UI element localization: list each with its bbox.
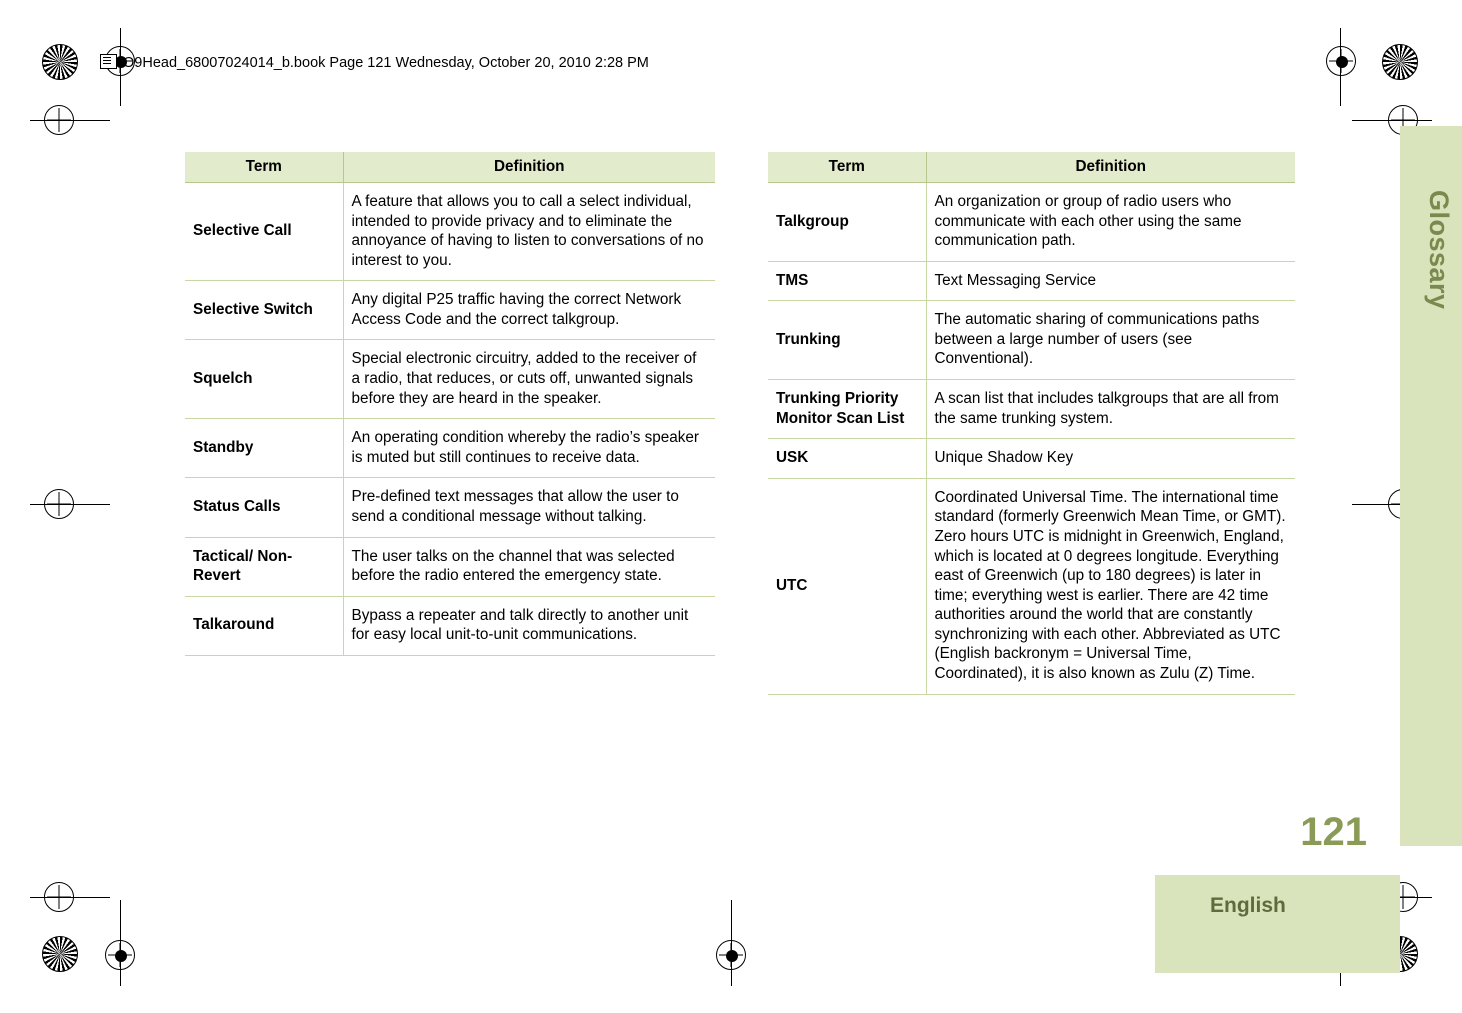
- table-row: Selective Switch Any digital P25 traffic…: [185, 280, 715, 341]
- table-row: USK Unique Shadow Key: [768, 438, 1295, 479]
- term-cell: Status Calls: [185, 477, 344, 538]
- definition-cell: Unique Shadow Key: [926, 438, 1295, 479]
- term-cell: Selective Call: [185, 182, 344, 282]
- definition-cell: Special electronic circuitry, added to t…: [343, 339, 715, 420]
- term-cell: Tactical/ Non-Revert: [185, 537, 344, 597]
- definition-cell: Pre-defined text messages that allow the…: [343, 477, 715, 538]
- term-cell: UTC: [768, 478, 927, 695]
- definition-cell: The automatic sharing of communications …: [926, 300, 1295, 381]
- table-row: Standby An operating condition whereby t…: [185, 418, 715, 479]
- table-row: Trunking The automatic sharing of commun…: [768, 300, 1295, 381]
- page-body: Term Definition Selective Call A feature…: [0, 0, 1462, 1013]
- definition-cell: A scan list that includes talkgroups tha…: [926, 379, 1295, 440]
- column-header-definition: Definition: [926, 152, 1295, 183]
- term-cell: Talkgroup: [768, 182, 927, 262]
- table-row: Talkaround Bypass a repeater and talk di…: [185, 596, 715, 656]
- definition-cell: Text Messaging Service: [926, 261, 1295, 302]
- table-row: TMS Text Messaging Service: [768, 261, 1295, 302]
- page-number: 121: [1300, 810, 1367, 854]
- definition-cell: Any digital P25 traffic having the corre…: [343, 280, 715, 341]
- table-row: Selective Call A feature that allows you…: [185, 182, 715, 282]
- glossary-table-left: Term Definition Selective Call A feature…: [185, 152, 715, 656]
- chapter-tab: Glossary: [1400, 126, 1462, 846]
- definition-cell: An operating condition whereby the radio…: [343, 418, 715, 479]
- column-header-term: Term: [185, 152, 344, 183]
- term-cell: Trunking: [768, 300, 927, 381]
- table-row: Status Calls Pre-defined text messages t…: [185, 477, 715, 538]
- term-cell: Selective Switch: [185, 280, 344, 341]
- table-row: Tactical/ Non-Revert The user talks on t…: [185, 537, 715, 597]
- term-cell: Standby: [185, 418, 344, 479]
- table-row: Trunking Priority Monitor Scan List A sc…: [768, 379, 1295, 440]
- table-header-row: Term Definition: [185, 152, 715, 183]
- term-cell: Talkaround: [185, 596, 344, 656]
- term-cell: Trunking Priority Monitor Scan List: [768, 379, 927, 440]
- definition-cell: A feature that allows you to call a sele…: [343, 182, 715, 282]
- definition-cell: Bypass a repeater and talk directly to a…: [343, 596, 715, 656]
- term-cell: Squelch: [185, 339, 344, 420]
- definition-cell: The user talks on the channel that was s…: [343, 537, 715, 597]
- language-label: English: [1210, 894, 1286, 917]
- column-header-definition: Definition: [343, 152, 715, 183]
- table-header-row: Term Definition: [768, 152, 1295, 183]
- language-bar: English: [1155, 875, 1400, 973]
- column-header-term: Term: [768, 152, 927, 183]
- term-cell: USK: [768, 438, 927, 479]
- table-row: Talkgroup An organization or group of ra…: [768, 182, 1295, 262]
- table-row: Squelch Special electronic circuitry, ad…: [185, 339, 715, 420]
- table-row: UTC Coordinated Universal Time. The inte…: [768, 478, 1295, 695]
- glossary-table-right: Term Definition Talkgroup An organizatio…: [768, 152, 1295, 695]
- definition-cell: Coordinated Universal Time. The internat…: [926, 478, 1295, 695]
- term-cell: TMS: [768, 261, 927, 302]
- definition-cell: An organization or group of radio users …: [926, 182, 1295, 262]
- chapter-tab-label: Glossary: [1424, 190, 1454, 310]
